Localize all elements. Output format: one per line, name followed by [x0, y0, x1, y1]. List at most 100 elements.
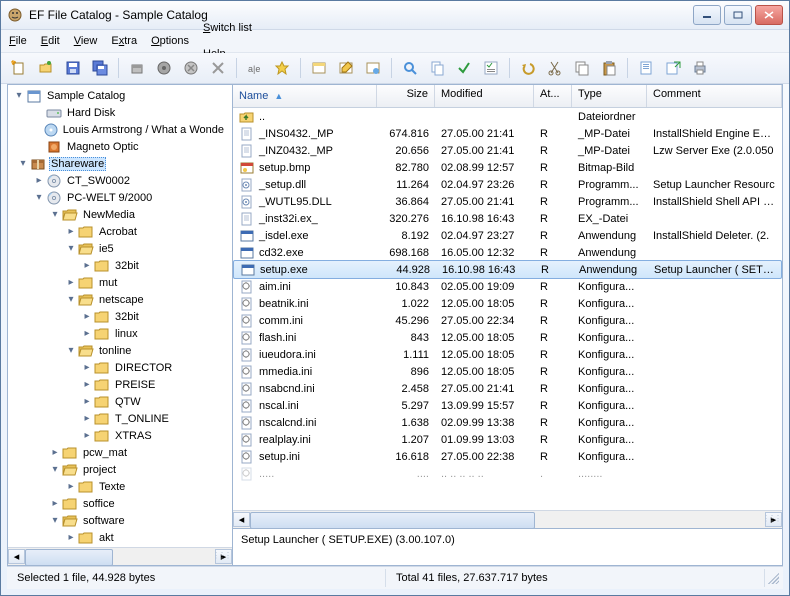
twisty-icon[interactable]: [32, 140, 46, 154]
twisty-icon[interactable]: ▾: [48, 208, 62, 222]
tree-item[interactable]: ▸32bit: [8, 257, 232, 274]
file-row[interactable]: flash.ini84312.05.00 18:05RKonfigura...: [233, 329, 782, 346]
twisty-icon[interactable]: ▸: [80, 327, 94, 341]
file-row[interactable]: cd32.exe698.16816.05.00 12:32RAnwendung: [233, 244, 782, 261]
file-row[interactable]: beatnik.ini1.02212.05.00 18:05RKonfigura…: [233, 295, 782, 312]
tree-item[interactable]: ▸DIRECTOR: [8, 359, 232, 376]
file-row[interactable]: _INZ0432._MP20.65627.05.00 21:41R_MP-Dat…: [233, 142, 782, 159]
file-row[interactable]: aim.ini10.84302.05.00 19:09RKonfigura...: [233, 278, 782, 295]
tree-item[interactable]: ▸Texte: [8, 478, 232, 495]
tree-item[interactable]: ▾PC-WELT 9/2000: [8, 189, 232, 206]
tree-item[interactable]: ▸Acrobat: [8, 223, 232, 240]
twisty-icon[interactable]: ▾: [64, 344, 78, 358]
twisty-icon[interactable]: ▸: [80, 395, 94, 409]
tb-prop1-icon[interactable]: [307, 56, 331, 80]
twisty-icon[interactable]: ▾: [48, 463, 62, 477]
tree-item[interactable]: ▸T_ONLINE: [8, 410, 232, 427]
twisty-icon[interactable]: ▸: [80, 378, 94, 392]
menu-view[interactable]: View: [74, 35, 98, 47]
file-row[interactable]: mmedia.ini89612.05.00 18:05RKonfigura...: [233, 363, 782, 380]
tb-tasklist-icon[interactable]: [479, 56, 503, 80]
twisty-icon[interactable]: ▸: [64, 276, 78, 290]
tree-root-label[interactable]: Sample Catalog: [45, 90, 127, 102]
tree-item[interactable]: ▾Shareware: [8, 155, 232, 172]
tb-cut-icon[interactable]: [543, 56, 567, 80]
menu-extra[interactable]: Extra: [111, 35, 137, 47]
tb-paste-icon[interactable]: [597, 56, 621, 80]
col-modified-header[interactable]: Modified: [435, 85, 534, 107]
tb-print-icon[interactable]: [688, 56, 712, 80]
scroll-left-icon[interactable]: ◂: [233, 512, 250, 527]
list-hscrollbar[interactable]: ◂ ▸ ⋮⋮⋮: [233, 510, 782, 528]
menu-file[interactable]: File: [9, 35, 27, 47]
updir-row[interactable]: ..Dateiordner: [233, 108, 782, 125]
file-row[interactable]: _isdel.exe8.19202.04.97 23:27RAnwendungI…: [233, 227, 782, 244]
tb-box-icon[interactable]: [125, 56, 149, 80]
file-row[interactable]: realplay.ini1.20701.09.99 13:03RKonfigur…: [233, 431, 782, 448]
tree-item[interactable]: ▾tonline: [8, 342, 232, 359]
tree-item[interactable]: ▸PREISE: [8, 376, 232, 393]
tb-open-icon[interactable]: [34, 56, 58, 80]
tb-favorite-icon[interactable]: [270, 56, 294, 80]
menu-edit[interactable]: Edit: [41, 35, 60, 47]
twisty-icon[interactable]: ▸: [64, 531, 78, 545]
tree-item[interactable]: ▾NewMedia: [8, 206, 232, 223]
file-row[interactable]: setup.bmp82.78002.08.99 12:57RBitmap-Bil…: [233, 159, 782, 176]
tb-copyfile-icon[interactable]: [425, 56, 449, 80]
col-comment-header[interactable]: Comment: [647, 85, 782, 107]
col-size-header[interactable]: Size: [377, 85, 435, 107]
tb-export-icon[interactable]: [661, 56, 685, 80]
tree-item[interactable]: ▸mut: [8, 274, 232, 291]
tb-undo-icon[interactable]: [516, 56, 540, 80]
file-row[interactable]: nscal.ini5.29713.09.99 15:57RKonfigura..…: [233, 397, 782, 414]
twisty-icon[interactable]: ▾: [64, 242, 78, 256]
col-type-header[interactable]: Type: [572, 85, 647, 107]
twisty-icon[interactable]: ▾: [12, 89, 26, 103]
tb-saveall-icon[interactable]: [88, 56, 112, 80]
tb-record-icon[interactable]: [152, 56, 176, 80]
tb-rename-icon[interactable]: a|e: [243, 56, 267, 80]
tree-item[interactable]: Hard Disk: [8, 104, 232, 121]
twisty-icon[interactable]: ▸: [64, 225, 78, 239]
tb-prop2-icon[interactable]: [361, 56, 385, 80]
twisty-icon[interactable]: ▸: [80, 361, 94, 375]
file-row[interactable]: _setup.dll11.26402.04.97 23:26RProgramm.…: [233, 176, 782, 193]
tb-copy-icon[interactable]: [570, 56, 594, 80]
tree-item[interactable]: ▾software: [8, 512, 232, 529]
tb-edit-icon[interactable]: [334, 56, 358, 80]
twisty-icon[interactable]: ▸: [80, 259, 94, 273]
tree-item[interactable]: Louis Armstrong / What a Wonde: [8, 121, 232, 138]
size-grip-icon[interactable]: [765, 570, 779, 584]
tree-item[interactable]: ▸pcw_mat: [8, 444, 232, 461]
tree-item[interactable]: ▾netscape: [8, 291, 232, 308]
tb-stop-icon[interactable]: [179, 56, 203, 80]
file-row[interactable]: _INS0432._MP674.81627.05.00 21:41R_MP-Da…: [233, 125, 782, 142]
tree-hscrollbar[interactable]: ◂ ▸ ⋮⋮⋮: [8, 547, 232, 565]
tb-check-icon[interactable]: [452, 56, 476, 80]
tb-report-icon[interactable]: [634, 56, 658, 80]
twisty-icon[interactable]: ▸: [80, 310, 94, 324]
twisty-icon[interactable]: ▾: [64, 293, 78, 307]
twisty-icon[interactable]: ▸: [80, 412, 94, 426]
tree-item[interactable]: ▸CT_SW0002: [8, 172, 232, 189]
file-row[interactable]: nsabcnd.ini2.45827.05.00 21:41RKonfigura…: [233, 380, 782, 397]
twisty-icon[interactable]: ▸: [32, 174, 46, 188]
twisty-icon[interactable]: ▸: [48, 446, 62, 460]
tree-panel[interactable]: ▾ Sample Catalog Hard DiskLouis Armstrong …: [8, 85, 233, 565]
file-row[interactable]: comm.ini45.29627.05.00 22:34RKonfigura..…: [233, 312, 782, 329]
tree-item[interactable]: ▸soffice: [8, 495, 232, 512]
tb-search-icon[interactable]: [398, 56, 422, 80]
file-row[interactable]: _WUTL95.DLL36.86427.05.00 21:41RProgramm…: [233, 193, 782, 210]
tree-item[interactable]: Magneto Optic: [8, 138, 232, 155]
twisty-icon[interactable]: ▾: [16, 157, 30, 171]
tree-item[interactable]: ▸32bit: [8, 308, 232, 325]
tree-item[interactable]: ▸akt: [8, 529, 232, 546]
tree-item[interactable]: ▸XTRAS: [8, 427, 232, 444]
file-row[interactable]: setup.ini16.61827.05.00 22:38RKonfigura.…: [233, 448, 782, 465]
col-attr-header[interactable]: At...: [534, 85, 572, 107]
file-row[interactable]: setup.exe44.92816.10.98 16:43RAnwendungS…: [233, 260, 782, 279]
twisty-icon[interactable]: ▸: [64, 480, 78, 494]
tb-delete-icon[interactable]: [206, 56, 230, 80]
menu-options[interactable]: Options: [151, 35, 189, 47]
twisty-icon[interactable]: [32, 106, 46, 120]
